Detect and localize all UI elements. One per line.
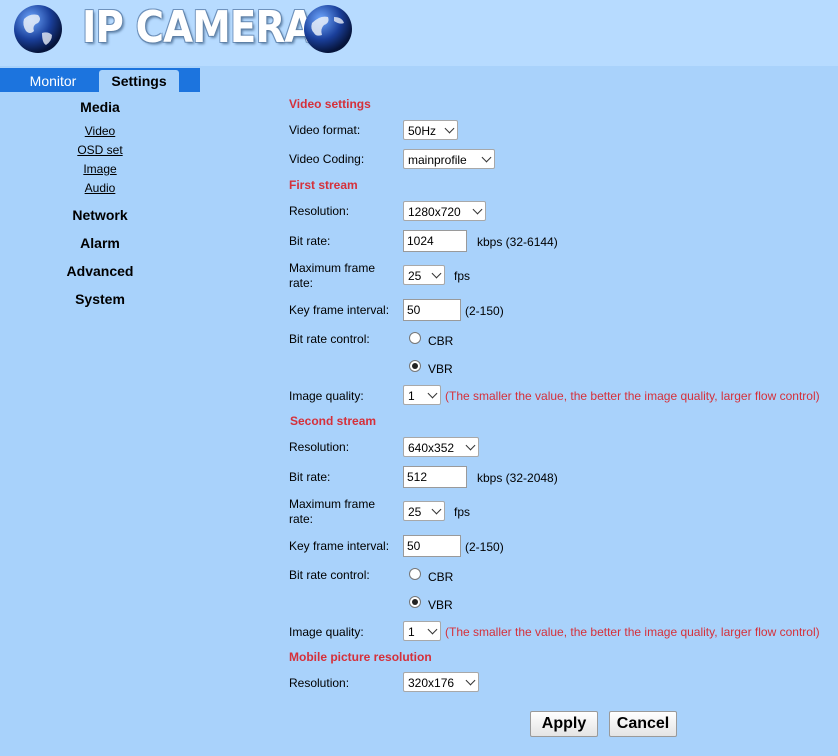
second-quality-value: 1 xyxy=(408,625,415,639)
sidebar-item-alarm[interactable]: Alarm xyxy=(0,235,200,251)
second-bitrate-unit: kbps (32-2048) xyxy=(477,471,558,485)
apply-button[interactable]: Apply xyxy=(530,711,598,737)
section-title-first-stream: First stream xyxy=(289,178,358,192)
first-framerate-unit: fps xyxy=(454,269,471,283)
first-framerate-select[interactable]: 25 xyxy=(403,265,445,285)
globe-icon xyxy=(304,5,352,53)
second-resolution-label: Resolution: xyxy=(289,440,350,454)
chevron-down-icon xyxy=(472,204,483,215)
video-format-label: Video format: xyxy=(289,123,361,137)
first-quality-select[interactable]: 1 xyxy=(403,385,441,405)
first-quality-hint: (The smaller the value, the better the i… xyxy=(445,389,820,403)
second-keyframe-range: (2-150) xyxy=(465,540,504,554)
cancel-button[interactable]: Cancel xyxy=(609,711,677,737)
sidebar: Monitor Settings Media Video OSD set Ima… xyxy=(0,68,200,756)
tab-settings[interactable]: Settings xyxy=(99,70,179,92)
second-framerate-value: 25 xyxy=(408,505,422,519)
first-quality-label: Image quality: xyxy=(289,389,364,403)
first-vbr-label: VBR xyxy=(428,362,453,376)
first-keyframe-label: Key frame interval: xyxy=(289,303,390,317)
second-framerate-select[interactable]: 25 xyxy=(403,501,445,521)
first-framerate-label-line2: rate: xyxy=(289,276,314,290)
chevron-down-icon xyxy=(465,440,476,451)
first-bitrate-label: Bit rate: xyxy=(289,234,331,248)
chevron-down-icon xyxy=(465,675,476,686)
chevron-down-icon xyxy=(481,152,492,163)
video-coding-label: Video Coding: xyxy=(289,152,365,166)
first-resolution-value: 1280x720 xyxy=(408,205,461,219)
first-resolution-select[interactable]: 1280x720 xyxy=(403,201,486,221)
second-keyframe-label: Key frame interval: xyxy=(289,539,390,553)
sidebar-item-network[interactable]: Network xyxy=(0,207,200,223)
second-framerate-unit: fps xyxy=(454,505,471,519)
section-title-video-settings: Video settings xyxy=(289,97,371,111)
sidebar-subitem-osd-set[interactable]: OSD set xyxy=(0,143,200,157)
first-keyframe-input[interactable]: 50 xyxy=(403,299,461,321)
video-format-value: 50Hz xyxy=(408,124,437,138)
sidebar-subitem-video[interactable]: Video xyxy=(0,124,200,138)
sidebar-subitem-audio[interactable]: Audio xyxy=(0,181,200,195)
second-quality-hint: (The smaller the value, the better the i… xyxy=(445,625,820,639)
mobile-resolution-label: Resolution: xyxy=(289,676,350,690)
sidebar-item-system[interactable]: System xyxy=(0,291,200,307)
second-resolution-value: 640x352 xyxy=(408,441,455,455)
first-cbr-label: CBR xyxy=(428,334,454,348)
mobile-resolution-select[interactable]: 320x176 xyxy=(403,672,479,692)
second-quality-label: Image quality: xyxy=(289,625,364,639)
chevron-down-icon xyxy=(431,268,442,279)
first-quality-value: 1 xyxy=(408,389,415,403)
first-keyframe-range: (2-150) xyxy=(465,304,504,318)
tab-monitor[interactable]: Monitor xyxy=(8,70,98,92)
header-banner: IP CAMERA xyxy=(0,0,838,66)
second-control-label: Bit rate control: xyxy=(289,568,370,582)
first-bitrate-input[interactable]: 1024 xyxy=(403,230,467,252)
second-quality-select[interactable]: 1 xyxy=(403,621,441,641)
sidebar-item-advanced[interactable]: Advanced xyxy=(0,263,200,279)
second-bitrate-input[interactable]: 512 xyxy=(403,466,467,488)
chevron-down-icon xyxy=(427,388,438,399)
video-coding-value: mainprofile xyxy=(408,153,467,167)
mobile-resolution-value: 320x176 xyxy=(408,676,455,690)
first-resolution-label: Resolution: xyxy=(289,204,350,218)
second-vbr-radio[interactable] xyxy=(409,596,421,608)
sidebar-item-media[interactable]: Media xyxy=(0,99,200,115)
second-cbr-radio[interactable] xyxy=(409,568,421,580)
video-coding-select[interactable]: mainprofile xyxy=(403,149,495,169)
section-title-mobile-resolution: Mobile picture resolution xyxy=(289,650,432,664)
section-title-second-stream: Second stream xyxy=(290,414,377,428)
second-keyframe-input[interactable]: 50 xyxy=(403,535,461,557)
first-framerate-value: 25 xyxy=(408,269,422,283)
second-framerate-label-line2: rate: xyxy=(289,512,314,526)
globe-icon xyxy=(14,5,62,53)
second-resolution-select[interactable]: 640x352 xyxy=(403,437,479,457)
first-cbr-radio[interactable] xyxy=(409,332,421,344)
sidebar-subitem-image[interactable]: Image xyxy=(0,162,200,176)
tab-bar: Monitor Settings xyxy=(0,68,200,92)
chevron-down-icon xyxy=(427,624,438,635)
first-vbr-radio[interactable] xyxy=(409,360,421,372)
second-cbr-label: CBR xyxy=(428,570,454,584)
second-framerate-label-line1: Maximum frame xyxy=(289,497,376,511)
chevron-down-icon xyxy=(431,504,442,515)
app-title: IP CAMERA xyxy=(82,2,314,53)
second-bitrate-label: Bit rate: xyxy=(289,470,331,484)
second-vbr-label: VBR xyxy=(428,598,453,612)
first-control-label: Bit rate control: xyxy=(289,332,370,346)
video-format-select[interactable]: 50Hz xyxy=(403,120,458,140)
first-bitrate-unit: kbps (32-6144) xyxy=(477,235,558,249)
first-framerate-label-line1: Maximum frame xyxy=(289,261,376,275)
chevron-down-icon xyxy=(444,123,455,134)
